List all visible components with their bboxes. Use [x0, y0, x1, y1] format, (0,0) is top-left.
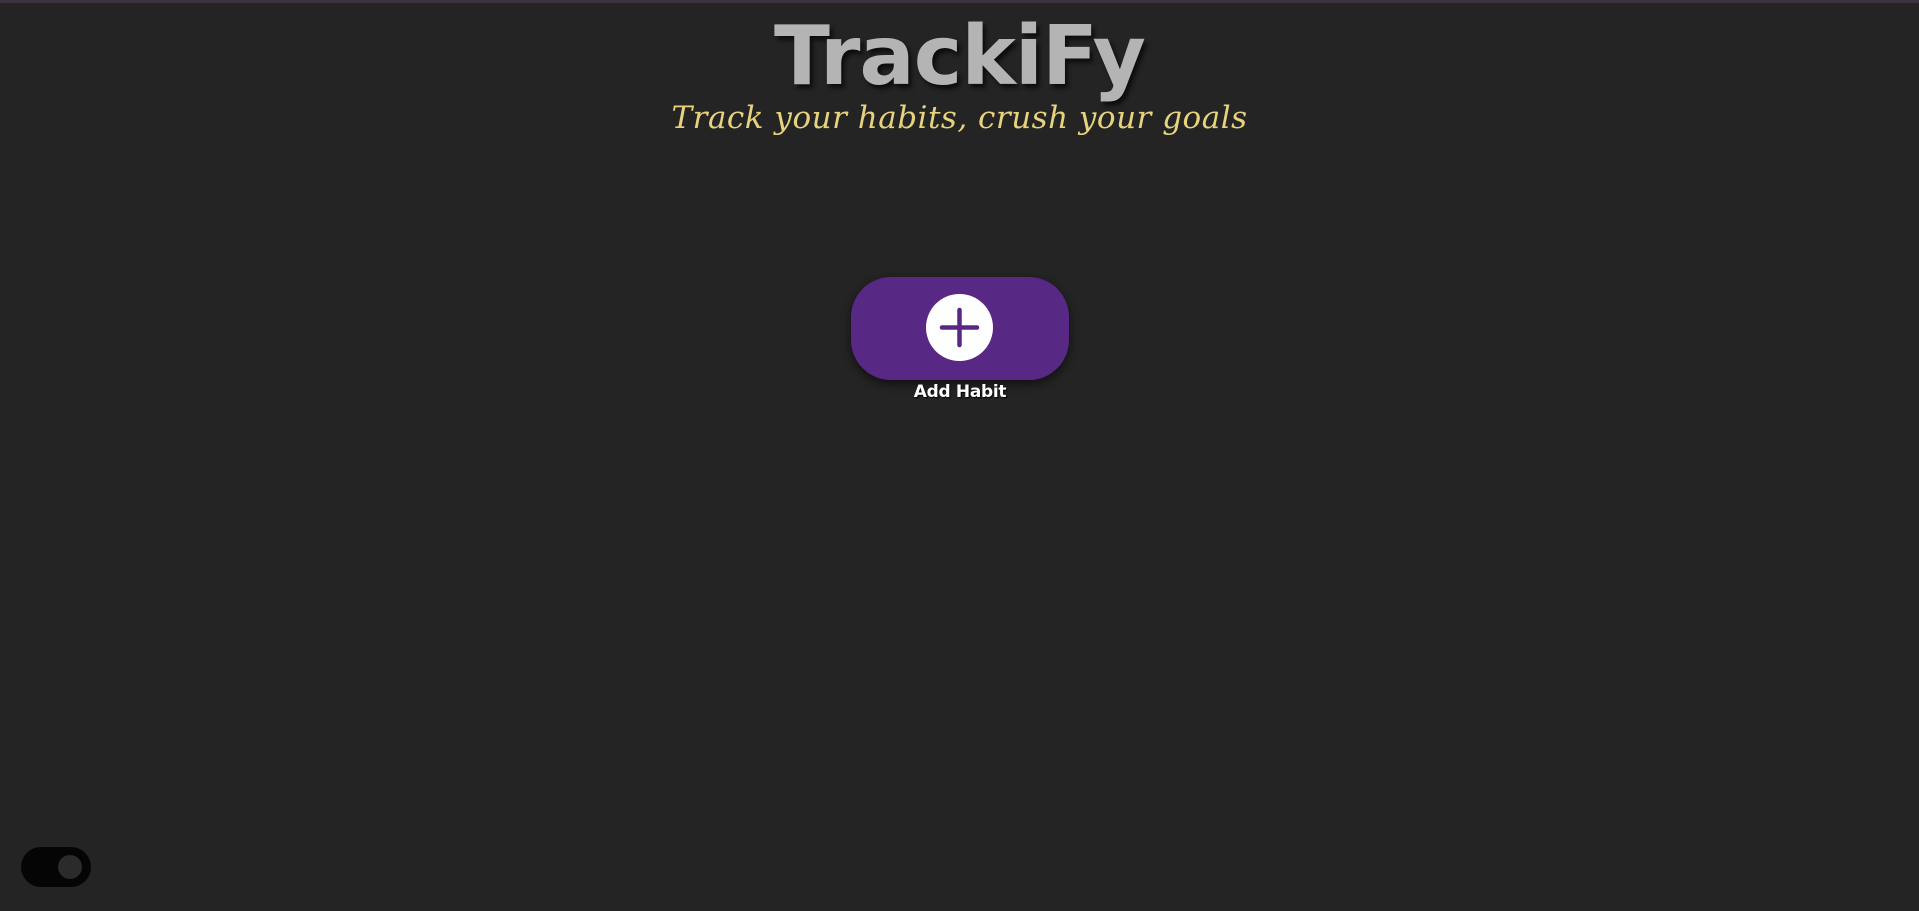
window-top-border: [0, 0, 1919, 3]
app-subtitle: Track your habits, crush your goals: [671, 100, 1248, 136]
add-habit-button[interactable]: [851, 277, 1069, 380]
add-habit-label: Add Habit: [913, 382, 1007, 402]
theme-toggle-switch[interactable]: [21, 847, 91, 887]
app-title: TrackiFy: [774, 9, 1146, 104]
app-header: TrackiFy Track your habits, crush your g…: [0, 12, 1919, 138]
toggle-knob: [58, 855, 82, 879]
plus-icon: [926, 294, 993, 361]
